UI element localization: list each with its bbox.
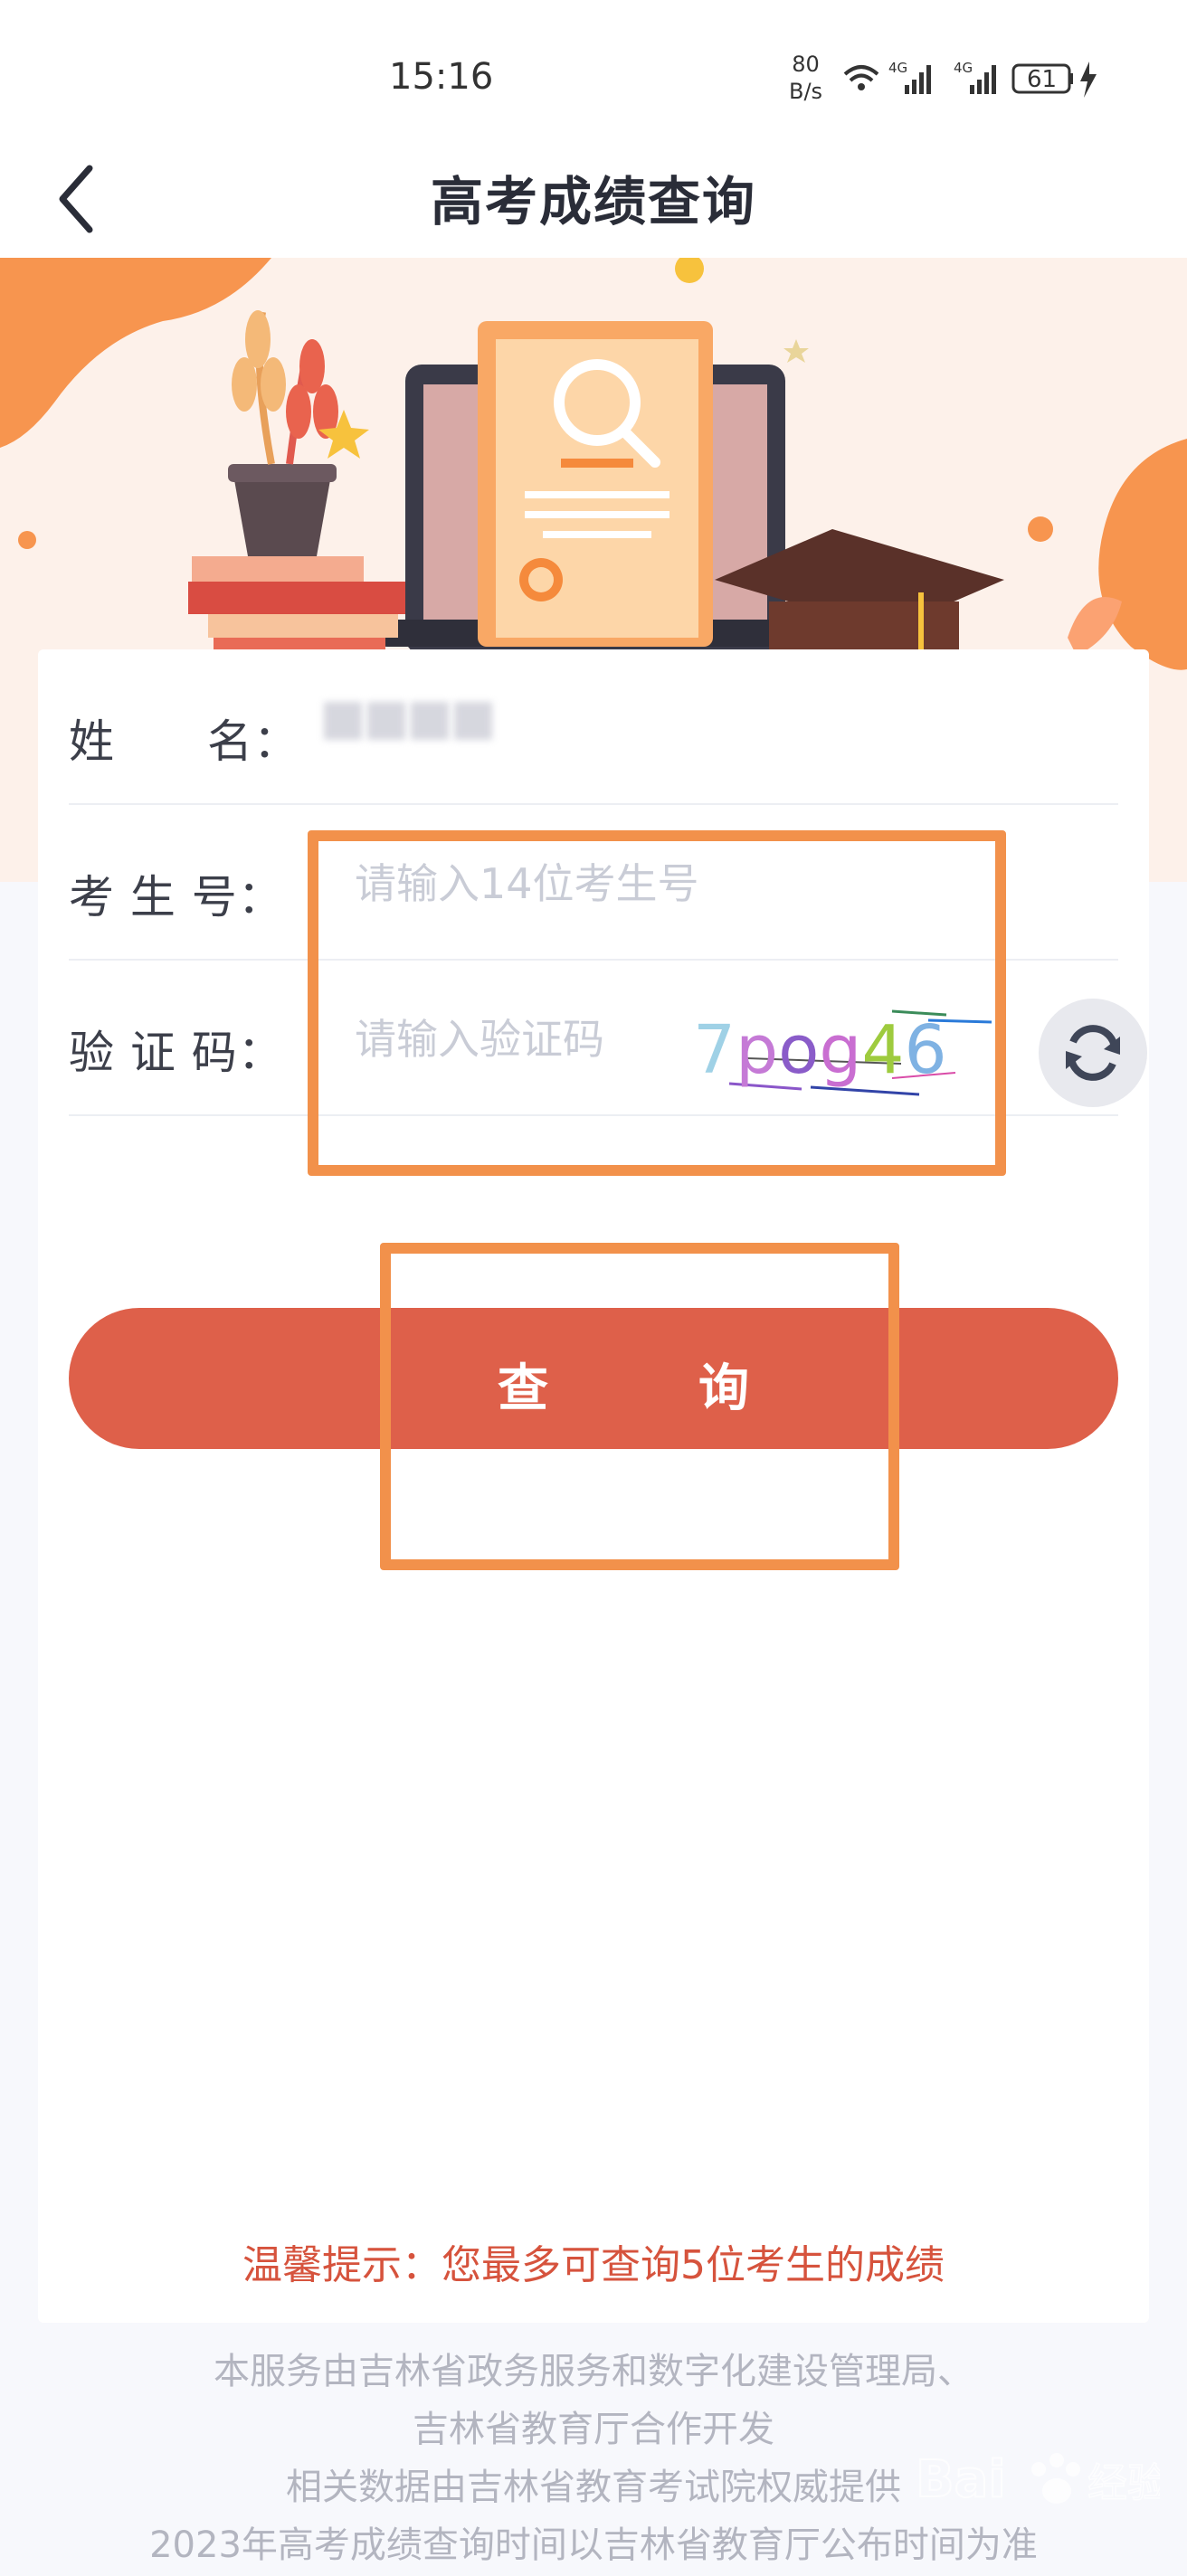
watermark-text-2: 经验 xyxy=(1087,2460,1160,2506)
battery-icon: 61 xyxy=(1011,63,1073,94)
baidu-jingyan-watermark: Bai 经验 xyxy=(916,2449,1160,2510)
wifi-icon xyxy=(843,65,879,90)
network-speed-unit: B/s xyxy=(789,79,823,104)
app-header: 高考成绩查询 xyxy=(0,145,1187,258)
name-value-blurred xyxy=(324,702,550,756)
refresh-icon xyxy=(1066,1025,1120,1081)
footer-line-1: 本服务由吉林省政务服务和数字化建设管理局、 xyxy=(214,2351,973,2392)
warm-tip: 温馨提示：您最多可查询5位考生的成绩 xyxy=(242,2242,945,2288)
battery-level: 61 xyxy=(1027,66,1057,93)
watermark-text: Bai xyxy=(916,2450,1006,2509)
signal-1-icon: 4G xyxy=(888,60,931,94)
charging-icon xyxy=(1080,62,1097,98)
status-icons: 4G 4G 61 xyxy=(843,60,1097,98)
name-label: 姓 名： xyxy=(69,715,299,768)
signal-2-label: 4G xyxy=(954,60,973,76)
signal-1-label: 4G xyxy=(888,60,907,76)
status-bar: 15:16 80 B/s 4G 4G 61 xyxy=(0,0,1187,145)
name-row: 姓 名： xyxy=(69,649,1118,805)
status-time: 15:16 xyxy=(389,56,494,98)
network-speed: 80 B/s xyxy=(789,51,822,105)
page-title: 高考成绩查询 xyxy=(430,171,756,232)
highlight-box-query-button xyxy=(380,1243,899,1570)
footer-line-4: 2023年高考成绩查询时间以吉林省教育厅公布时间为准 xyxy=(149,2524,1038,2566)
captcha-label: 验 证 码： xyxy=(69,1027,284,1079)
highlight-box-inputs xyxy=(308,830,1006,1176)
candidate-id-label: 考 生 号： xyxy=(69,871,284,923)
network-speed-value: 80 xyxy=(792,52,820,77)
refresh-captcha-button[interactable] xyxy=(1039,999,1147,1107)
signal-2-icon: 4G xyxy=(954,60,996,94)
